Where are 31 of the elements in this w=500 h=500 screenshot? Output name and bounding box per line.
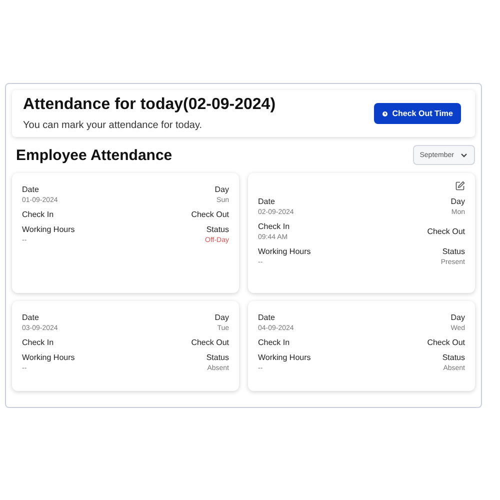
field-label: Status (442, 247, 465, 256)
field-label: Working Hours (22, 353, 75, 362)
check-out-button[interactable]: Check Out Time (374, 103, 461, 124)
field-label: Working Hours (258, 247, 311, 256)
field-label: Working Hours (258, 353, 311, 362)
field-label: Date (258, 197, 276, 206)
field-label: Check In (22, 338, 54, 347)
field-label: Day (450, 197, 465, 206)
edit-icon[interactable] (455, 181, 465, 191)
field-label: Check Out (427, 227, 465, 236)
clock-icon (382, 110, 388, 116)
field-label: Check In (22, 210, 54, 219)
field-label: Date (22, 313, 40, 322)
field-label: Day (450, 313, 465, 322)
today-title: Attendance for today(02-09-2024) (23, 96, 276, 114)
field-label: Check Out (191, 210, 229, 219)
field-label: Check In (258, 338, 290, 347)
field-label: Status (206, 353, 229, 362)
section-title: Employee Attendance (16, 146, 172, 164)
today-subtitle: You can mark your attendance for today. (23, 120, 203, 131)
field-label: Check Out (427, 338, 465, 347)
field-label: Status (206, 225, 229, 234)
field-label: Date (22, 185, 40, 194)
field-label: Check In (258, 222, 290, 231)
chevron-down-icon (460, 151, 468, 159)
field-label: Check Out (191, 338, 229, 347)
field-label: Date (258, 313, 276, 322)
field-label: Day (214, 313, 229, 322)
field-label: Status (442, 353, 465, 362)
field-label: Day (214, 185, 229, 194)
field-label: Working Hours (22, 225, 75, 234)
